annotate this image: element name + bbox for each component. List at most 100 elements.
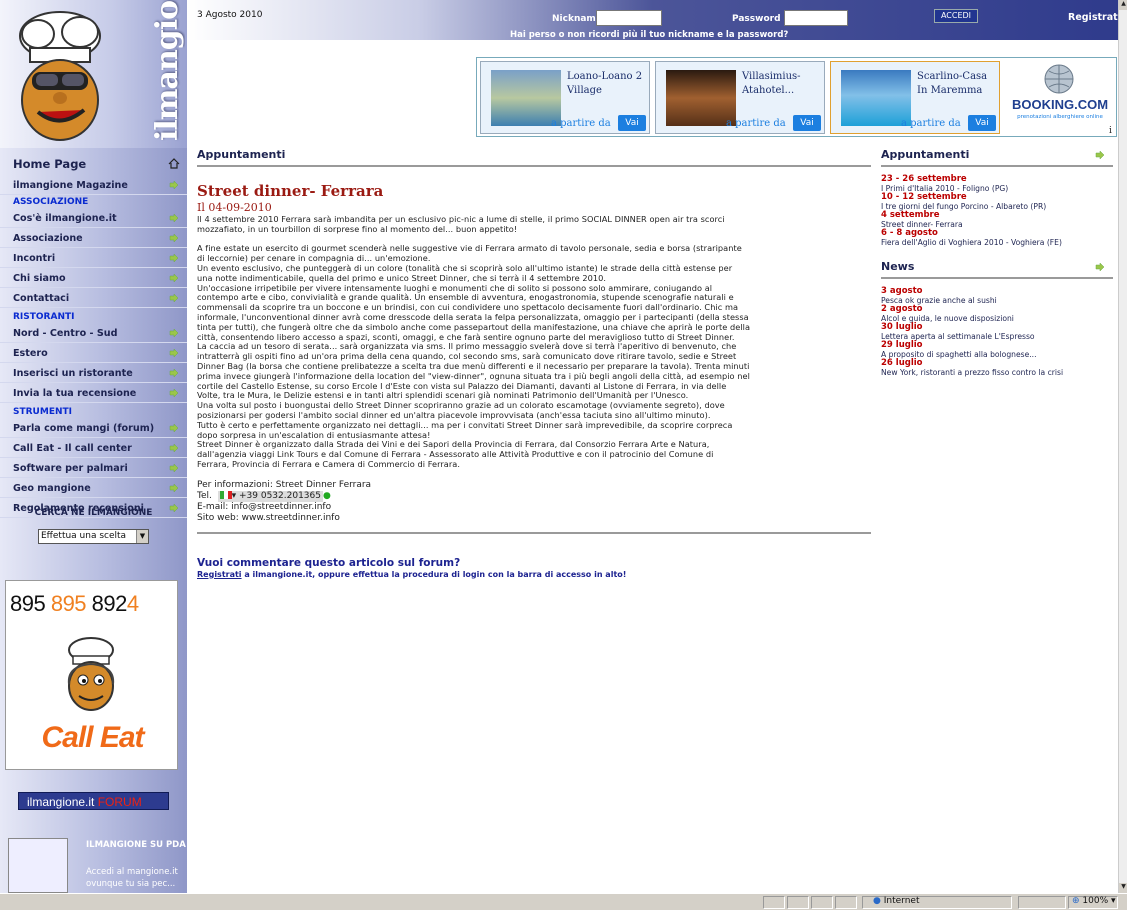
main-content: Appuntamenti Street dinner- Ferrara Il 0…: [197, 148, 871, 579]
register-link[interactable]: Registrati: [1068, 12, 1121, 23]
appuntamenti-title: Appuntamenti: [881, 148, 970, 161]
nav-section-title: ASSOCIAZIONE: [0, 194, 187, 209]
hotel-name[interactable]: Villasimius-Atahotel...: [742, 70, 822, 98]
website-line: Sito web: www.streetdinner.info: [197, 512, 340, 523]
arrow-icon: [169, 443, 179, 453]
booking-wordmark: BOOKING.COM: [1011, 97, 1109, 112]
register-link[interactable]: Registrati: [197, 570, 242, 579]
nav-section-title-label: ASSOCIAZIONE: [13, 196, 89, 207]
globe-icon: [1044, 64, 1074, 94]
news-date: 29 luglio: [881, 340, 923, 350]
nav-item-label: Invia la tua recensione: [13, 387, 137, 399]
site-logo[interactable]: ilmangione.it: [0, 0, 187, 148]
appuntamenti-link[interactable]: Fiera dell'Aglio di Voghiera 2010 - Vogh…: [881, 238, 1113, 247]
arrow-icon: [169, 213, 179, 223]
hotel-name[interactable]: Scarlino-Casa In Maremma: [917, 70, 997, 98]
arrow-icon[interactable]: [1095, 150, 1105, 160]
appuntamenti-date: 6 - 8 agosto: [881, 228, 938, 238]
nav-item[interactable]: Call Eat - Il call center: [0, 439, 187, 458]
password-input[interactable]: [784, 10, 848, 26]
nav-magazine[interactable]: ilmangione Magazine: [0, 176, 187, 195]
nickname-input[interactable]: [596, 10, 662, 26]
nav-home[interactable]: Home Page: [0, 154, 187, 174]
nav-item[interactable]: Invia la tua recensione: [0, 384, 187, 403]
callcenter-ad[interactable]: 895 895 8924 Call Eat: [5, 580, 178, 770]
hotel-go-button[interactable]: Vai: [618, 115, 646, 131]
hotel-go-button[interactable]: Vai: [793, 115, 821, 131]
protected-mode-pane[interactable]: [1018, 896, 1066, 909]
appuntamenti-list: 23 - 26 settembre I Primi d'Italia 2010 -…: [881, 174, 1113, 248]
hotel-card[interactable]: Scarlino-Casa In Maremma a partire da Va…: [830, 61, 1000, 134]
zoom-value: 100%: [1082, 896, 1109, 906]
nav-item[interactable]: Parla come mangi (forum): [0, 419, 187, 438]
comment-title: Vuoi commentare questo articolo sul foru…: [197, 556, 461, 569]
zoom-control[interactable]: ⊕ 100% ▾: [1072, 896, 1116, 906]
booking-logo[interactable]: BOOKING.COM prenotazioni alberghiere onl…: [1008, 61, 1112, 131]
nav-item-label: Incontri: [13, 252, 56, 264]
pda-text: Accedi al mangione.it ovunque tu sia pec…: [86, 867, 178, 889]
arrow-icon: [169, 368, 179, 378]
arrow-icon[interactable]: [1095, 262, 1105, 272]
arrow-icon: [169, 328, 179, 338]
phone-part: 895: [10, 591, 51, 616]
nav-item[interactable]: Inserisci un ristorante: [0, 364, 187, 383]
nav-item[interactable]: Cos'è ilmangione.it: [0, 209, 187, 228]
nav-item-label: Software per palmari: [13, 462, 128, 474]
chevron-down-icon[interactable]: ▼: [136, 530, 148, 543]
article-body: Il 4 settembre 2010 Ferrara sarà imbandi…: [197, 214, 751, 469]
nav-item[interactable]: Associazione: [0, 229, 187, 248]
nav-item-label: Call Eat - Il call center: [13, 442, 132, 454]
nav-item[interactable]: Regolamento recensioni: [0, 499, 187, 518]
nav-item-label: Regolamento recensioni: [13, 502, 144, 514]
nav-section-title: RISTORANTI: [0, 309, 187, 324]
nav-item[interactable]: Nord - Centro - Sud: [0, 324, 187, 343]
pda-title[interactable]: ILMANGIONE SU PDA: [86, 840, 186, 850]
appuntamenti-date: 23 - 26 settembre: [881, 174, 967, 184]
tel-line: Tel. ▾ +39 0532.201365 ●: [197, 490, 871, 502]
info-line: Per informazioni: Street Dinner Ferrara: [197, 479, 372, 490]
nav-item[interactable]: Contattaci: [0, 289, 187, 308]
nav-item[interactable]: Geo mangione: [0, 479, 187, 498]
hotel-go-button[interactable]: Vai: [968, 115, 996, 131]
scroll-down-icon[interactable]: ▼: [1119, 883, 1127, 893]
password-label: Password: [732, 14, 781, 24]
call-icon[interactable]: ●: [323, 491, 331, 501]
nav-item[interactable]: Chi siamo: [0, 269, 187, 288]
zone-label: ● Internet: [873, 896, 919, 906]
news-header: News: [881, 260, 1113, 279]
info-icon[interactable]: i: [1109, 126, 1112, 136]
nav-section-title: STRUMENTI: [0, 404, 187, 419]
nav-item[interactable]: Estero: [0, 344, 187, 363]
arrow-icon: [169, 180, 179, 190]
nav-item[interactable]: Incontri: [0, 249, 187, 268]
scroll-up-icon[interactable]: ▲: [1119, 0, 1127, 10]
vertical-scrollbar[interactable]: ▲ ▼: [1118, 0, 1127, 893]
arrow-icon: [169, 388, 179, 398]
search-select[interactable]: Effettua una scelta ▼: [38, 529, 149, 544]
arrow-icon: [169, 483, 179, 493]
hotel-price-label: a partire da: [726, 118, 786, 129]
forum-button[interactable]: ilmangione.it FORUM: [18, 792, 169, 810]
forgot-password-link[interactable]: Hai perso o non ricordi più il tuo nickn…: [510, 30, 788, 40]
search-select-value: Effettua una scelta: [41, 531, 127, 541]
hotel-card[interactable]: Loano-Loano 2 Village a partire da Vai: [480, 61, 650, 134]
tel-label: Tel.: [197, 490, 212, 501]
news-link[interactable]: New York, ristoranti a prezzo fisso cont…: [881, 368, 1113, 377]
nickname-label: Nickname: [552, 14, 602, 24]
status-pane: [835, 896, 857, 909]
login-button[interactable]: ACCEDI: [934, 9, 978, 23]
arrow-icon: [169, 423, 179, 433]
phone-part: 4: [126, 591, 139, 616]
hotel-name[interactable]: Loano-Loano 2 Village: [567, 70, 647, 98]
nav-item[interactable]: Software per palmari: [0, 459, 187, 478]
nav-magazine-label: ilmangione Magazine: [13, 179, 128, 191]
appuntamenti-date: 4 settembre: [881, 210, 940, 220]
hotel-card[interactable]: Villasimius-Atahotel... a partire da Vai: [655, 61, 825, 134]
callcenter-phone: 895 895 8924: [10, 591, 139, 617]
tel-number[interactable]: ▾ +39 0532.201365: [217, 490, 323, 502]
news-date: 3 agosto: [881, 286, 923, 296]
hotel-price-label: a partire da: [551, 118, 611, 129]
zone-text: Internet: [883, 896, 920, 906]
pda-screenshot[interactable]: [8, 838, 68, 893]
nav-section-title-label: RISTORANTI: [13, 311, 75, 322]
